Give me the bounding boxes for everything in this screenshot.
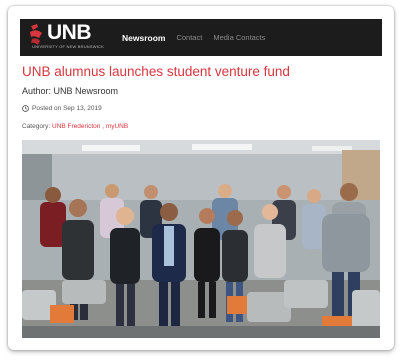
- category-links[interactable]: UNB Fredericton , myUNB: [52, 123, 128, 130]
- group-photo-illustration: [22, 140, 380, 338]
- nav-links: Newsroom Contact Media Contacts: [122, 33, 276, 43]
- top-navbar: UNB UNIVERSITY OF NEW BRUNSWICK Newsroom…: [20, 19, 382, 56]
- nav-link-newsroom[interactable]: Newsroom: [122, 33, 165, 43]
- nav-link-media-contacts[interactable]: Media Contacts: [213, 33, 265, 42]
- article-category: Category: UNB Fredericton , myUNB: [22, 123, 128, 130]
- logo-text: UNB: [47, 21, 92, 44]
- nav-link-contact[interactable]: Contact: [176, 33, 202, 42]
- clock-icon: [22, 105, 29, 112]
- article-card: UNB UNIVERSITY OF NEW BRUNSWICK Newsroom…: [8, 6, 394, 350]
- article-title: UNB alumnus launches student venture fun…: [22, 64, 290, 79]
- posted-text: Posted on Sep 13, 2019: [32, 105, 102, 112]
- group-photo: [22, 140, 380, 338]
- posted-date: Posted on Sep 13, 2019: [22, 105, 102, 112]
- article-author: Author: UNB Newsroom: [22, 86, 119, 96]
- logo-subtitle: UNIVERSITY OF NEW BRUNSWICK: [32, 44, 104, 49]
- category-label: Category:: [22, 123, 51, 130]
- unb-logo-icon: [30, 24, 42, 45]
- unb-logo[interactable]: UNB UNIVERSITY OF NEW BRUNSWICK: [26, 19, 112, 56]
